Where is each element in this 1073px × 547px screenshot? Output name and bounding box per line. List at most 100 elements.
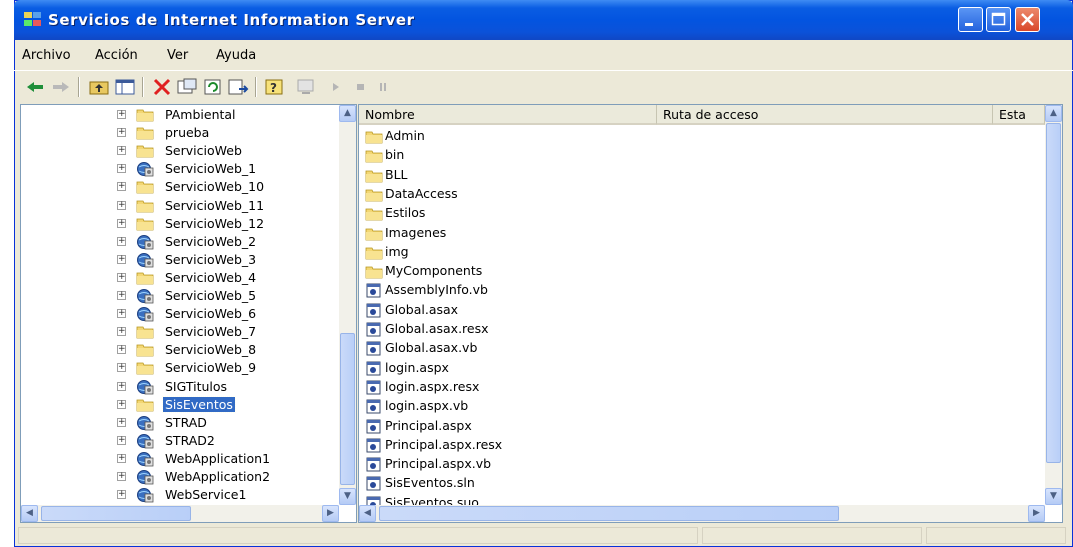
expand-icon[interactable]: + [117,182,126,192]
menu-ayuda[interactable]: Ayuda [216,48,256,63]
expand-icon[interactable]: + [117,128,126,138]
menu-ver[interactable]: Ver [167,48,188,63]
scroll-left-button[interactable]: ◀ [21,505,38,522]
tree-item-label[interactable]: STRAD2 [163,433,217,448]
back-arrow-icon[interactable] [24,77,46,97]
delete-icon[interactable] [151,77,173,97]
tree-item[interactable]: + ServicioWeb_11 [21,197,321,216]
list-horizontal-scrollbar[interactable]: ◀ ▶ [359,505,1045,522]
tree-item[interactable]: + ServicioWeb_8 [21,341,321,360]
scroll-thumb[interactable] [340,333,355,485]
expand-icon[interactable]: + [117,272,126,282]
tree-item[interactable]: + ServicioWeb_5 [21,287,321,306]
expand-icon[interactable]: + [117,110,126,119]
tree-item-label[interactable]: SIGTitulos [163,379,229,394]
scroll-thumb[interactable] [379,506,839,521]
expand-icon[interactable]: + [117,363,126,373]
expand-icon[interactable]: + [117,164,126,174]
tree-pane[interactable]: + PAmbiental + prueba + ServicioWeb + ServicioW… [20,104,357,523]
tree-item-label[interactable]: SisEventos [162,395,236,413]
show-hide-tree-icon[interactable] [114,77,136,97]
list-vertical-scrollbar[interactable]: ▲ ▼ [1045,105,1062,505]
list-item[interactable]: Principal.aspx.resx [363,436,963,455]
expand-icon[interactable]: + [117,236,126,246]
expand-icon[interactable]: + [117,381,126,391]
scroll-thumb[interactable] [41,506,191,521]
tree-item-label[interactable]: ServicioWeb_6 [163,306,258,321]
tree-item-label[interactable]: ServicioWeb_10 [163,179,266,194]
menu-accion[interactable]: Acción [95,48,138,63]
list-item[interactable]: login.aspx.vb [363,397,963,416]
stop-icon[interactable] [349,77,371,97]
tree-item-label[interactable]: prueba [163,125,211,140]
list-item[interactable]: bin [363,146,963,165]
tree-item-label[interactable]: ServicioWeb_7 [163,324,258,339]
tree-item-label[interactable]: WebApplication1 [163,451,272,466]
expand-icon[interactable]: + [117,146,126,156]
tree-item[interactable]: + ServicioWeb_10 [21,178,321,197]
tree-item[interactable]: + ServicioWeb [21,142,321,161]
forward-arrow-icon[interactable] [50,77,72,97]
tree-item-label[interactable]: ServicioWeb_9 [163,360,258,375]
list-item[interactable]: img [363,243,963,262]
expand-icon[interactable]: + [117,399,126,409]
tree-item[interactable]: + ServicioWeb_6 [21,305,321,324]
scroll-down-button[interactable]: ▼ [1045,488,1062,505]
scroll-right-button[interactable]: ▶ [1028,505,1045,522]
tree-item-label[interactable]: STRAD [163,415,209,430]
up-folder-icon[interactable] [88,77,110,97]
tree-item[interactable]: + ServicioWeb_7 [21,323,321,342]
expand-icon[interactable]: + [117,218,126,228]
expand-icon[interactable]: + [117,453,126,463]
tree-item-label[interactable]: WebService1 [163,487,248,502]
tree-item[interactable]: + WebService1 [21,486,321,505]
tree-item-label[interactable]: ServicioWeb_4 [163,270,258,285]
list-item[interactable]: MyComponents [363,262,963,281]
expand-icon[interactable]: + [117,345,126,355]
expand-icon[interactable]: + [117,291,126,300]
column-header-ruta[interactable]: Ruta de acceso [657,105,993,125]
tree-horizontal-scrollbar[interactable]: ◀ ▶ [21,505,339,522]
menu-archivo[interactable]: Archivo [22,48,71,63]
minimize-button[interactable] [958,7,983,32]
scroll-right-button[interactable]: ▶ [322,505,339,522]
tree-item[interactable]: + ServicioWeb_12 [21,215,321,234]
properties-icon[interactable] [176,77,198,97]
list-item[interactable]: Global.asax [363,301,963,320]
tree-item[interactable]: + prueba [21,124,321,143]
tree-item[interactable]: + SisEventos [21,395,321,415]
scroll-up-button[interactable]: ▲ [339,105,356,122]
tree-item-label[interactable]: WebApplication2 [163,469,272,484]
list-item[interactable]: Estilos [363,204,963,223]
list-pane[interactable]: Nombre Ruta de acceso Esta Admin bin BLL Da… [358,104,1063,523]
export-list-icon[interactable] [227,77,249,97]
tree-item[interactable]: + WebApplication1 [21,450,321,469]
pause-icon[interactable] [372,77,394,97]
list-item[interactable]: Principal.aspx.vb [363,455,963,474]
help-icon[interactable]: ? [264,77,286,97]
expand-icon[interactable]: + [117,472,126,481]
scroll-thumb[interactable] [1046,123,1061,463]
expand-icon[interactable]: + [117,309,126,319]
expand-icon[interactable]: + [117,490,126,500]
tree-item-label[interactable]: ServicioWeb [163,143,244,158]
play-icon[interactable] [325,77,347,97]
maximize-button[interactable] [986,7,1011,32]
tree-item[interactable]: + WebApplication2 [21,468,321,487]
list-item[interactable]: SisEventos.sln [363,474,963,493]
list-item[interactable]: DataAccess [363,185,963,204]
tree-item[interactable]: + PAmbiental [21,106,321,125]
list-item[interactable]: Global.asax.vb [363,339,963,358]
tree-item[interactable]: + ServicioWeb_3 [21,251,321,270]
list-item[interactable]: AssemblyInfo.vb [363,281,963,300]
tree-item-label[interactable]: ServicioWeb_12 [163,216,266,231]
column-header-nombre[interactable]: Nombre [359,105,657,125]
tree-vertical-scrollbar[interactable]: ▲ ▼ [339,105,356,505]
list-item[interactable]: login.aspx.resx [363,378,963,397]
tree-item[interactable]: + ServicioWeb_1 [21,160,321,179]
tree-item-label[interactable]: PAmbiental [163,107,238,122]
tree-item-label[interactable]: ServicioWeb_11 [163,198,266,213]
column-header-estado[interactable]: Esta [993,105,1045,125]
expand-icon[interactable]: + [117,417,126,427]
close-button[interactable] [1015,7,1040,32]
